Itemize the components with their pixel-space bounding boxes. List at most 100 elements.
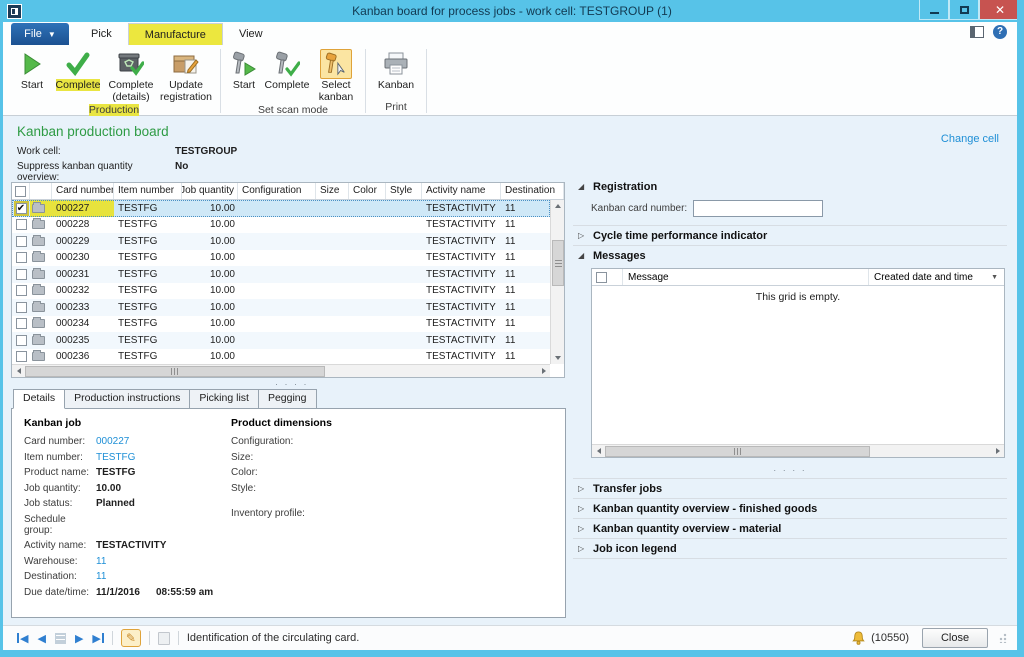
toggle-pane-icon[interactable] bbox=[970, 26, 984, 38]
grid-splitter-handle[interactable]: · · · · bbox=[275, 379, 309, 389]
tab-pegging[interactable]: Pegging bbox=[259, 389, 317, 409]
change-cell-link[interactable]: Change cell bbox=[941, 133, 999, 145]
minimize-button[interactable] bbox=[919, 0, 949, 20]
production-complete-button[interactable]: Complete bbox=[51, 47, 105, 91]
transfer-jobs-section-header[interactable]: ▷ Transfer jobs bbox=[573, 479, 1007, 498]
first-record-icon[interactable]: ◀ bbox=[17, 632, 28, 645]
kanban-row-000230[interactable]: 000230TESTFG10.00TESTACTIVITY11 bbox=[12, 250, 550, 267]
help-icon[interactable]: ? bbox=[993, 25, 1007, 39]
kanban-row-000235[interactable]: 000235TESTFG10.00TESTACTIVITY11 bbox=[12, 332, 550, 349]
col-card-number[interactable]: Card number bbox=[52, 183, 114, 199]
card-number-link[interactable]: 000227 bbox=[96, 436, 129, 447]
scroll-left-icon[interactable] bbox=[592, 445, 605, 457]
close-button[interactable]: Close bbox=[922, 628, 988, 648]
tab-pick[interactable]: Pick bbox=[75, 23, 128, 45]
scroll-down-icon[interactable] bbox=[551, 352, 564, 364]
messages-select-all-checkbox[interactable] bbox=[596, 272, 607, 283]
warehouse-link[interactable]: 11 bbox=[96, 556, 106, 567]
row-checkbox[interactable] bbox=[16, 219, 27, 230]
grid-horizontal-scrollbar[interactable] bbox=[12, 364, 550, 377]
messages-horizontal-scrollbar[interactable] bbox=[592, 444, 1004, 457]
row-checkbox[interactable] bbox=[16, 351, 27, 362]
kanban-row-000229[interactable]: 000229TESTFG10.00TESTACTIVITY11 bbox=[12, 233, 550, 250]
col-color[interactable]: Color bbox=[349, 183, 386, 199]
expand-icon: ▷ bbox=[578, 544, 586, 553]
grid-vertical-scrollbar[interactable] bbox=[550, 200, 564, 364]
vertical-scroll-thumb[interactable] bbox=[552, 240, 564, 286]
row-checkbox[interactable] bbox=[16, 252, 27, 263]
cell-size bbox=[316, 283, 349, 300]
messages-scroll-thumb[interactable] bbox=[605, 446, 870, 457]
item-number-link[interactable]: TESTFG bbox=[96, 452, 135, 463]
next-record-icon[interactable]: ▶ bbox=[75, 632, 83, 645]
sort-arrow-icon[interactable]: ▼ bbox=[991, 274, 998, 281]
kanban-row-000231[interactable]: 000231TESTFG10.00TESTACTIVITY11 bbox=[12, 266, 550, 283]
close-window-button[interactable]: ✕ bbox=[979, 0, 1021, 20]
resize-grip[interactable] bbox=[997, 633, 1007, 643]
row-checkbox[interactable] bbox=[16, 236, 27, 247]
kanban-card-number-input[interactable] bbox=[693, 200, 823, 217]
kanban-row-000236[interactable]: 000236TESTFG10.00TESTACTIVITY11 bbox=[12, 349, 550, 365]
maximize-button[interactable] bbox=[949, 0, 979, 20]
messages-splitter-handle[interactable]: · · · · bbox=[773, 465, 807, 475]
cell-color bbox=[349, 316, 386, 333]
kanban-jobs-grid: Card number Item number Job quantity Con… bbox=[11, 182, 565, 378]
scroll-right-icon[interactable] bbox=[537, 365, 550, 377]
tab-manufacture[interactable]: Manufacture bbox=[128, 23, 223, 45]
col-configuration[interactable]: Configuration bbox=[238, 183, 316, 199]
tab-details[interactable]: Details bbox=[13, 389, 65, 409]
cell-style bbox=[386, 299, 422, 316]
select-all-checkbox[interactable] bbox=[15, 186, 26, 197]
kanban-row-000227[interactable]: ✔000227TESTFG10.00TESTACTIVITY11 bbox=[12, 200, 550, 217]
col-job-quantity[interactable]: Job quantity bbox=[182, 183, 238, 199]
edit-record-icon[interactable]: ✎ bbox=[121, 629, 141, 647]
kanban-row-000233[interactable]: 000233TESTFG10.00TESTACTIVITY11 bbox=[12, 299, 550, 316]
scroll-right-icon[interactable] bbox=[991, 445, 1004, 457]
kanban-row-000232[interactable]: 000232TESTFG10.00TESTACTIVITY11 bbox=[12, 283, 550, 300]
row-checkbox[interactable] bbox=[16, 318, 27, 329]
file-menu-button[interactable]: File ▼ bbox=[11, 23, 69, 45]
tab-picking-list[interactable]: Picking list bbox=[190, 389, 259, 409]
cell-style bbox=[386, 283, 422, 300]
col-message[interactable]: Message bbox=[622, 269, 868, 285]
tab-view[interactable]: View bbox=[223, 23, 279, 45]
col-created-date[interactable]: Created date and time ▼ bbox=[868, 269, 1004, 285]
scan-start-button[interactable]: Start bbox=[226, 47, 262, 91]
tab-production-instructions[interactable]: Production instructions bbox=[65, 389, 190, 409]
qty-overview-material-section-header[interactable]: ▷ Kanban quantity overview - material bbox=[573, 519, 1007, 538]
row-checkbox[interactable] bbox=[16, 302, 27, 313]
kanban-row-000234[interactable]: 000234TESTFG10.00TESTACTIVITY11 bbox=[12, 316, 550, 333]
row-checkbox[interactable] bbox=[16, 285, 27, 296]
scan-complete-button[interactable]: Complete bbox=[262, 47, 312, 91]
row-checkbox[interactable] bbox=[16, 335, 27, 346]
print-kanban-button[interactable]: Kanban bbox=[371, 47, 421, 91]
col-activity-name[interactable]: Activity name bbox=[422, 183, 501, 199]
row-checkbox[interactable] bbox=[16, 269, 27, 280]
horizontal-scroll-thumb[interactable] bbox=[25, 366, 325, 377]
select-kanban-button[interactable]: Select kanban bbox=[312, 47, 360, 103]
col-style[interactable]: Style bbox=[386, 183, 422, 199]
job-icon-legend-section-header[interactable]: ▷ Job icon legend bbox=[573, 539, 1007, 558]
qty-overview-finished-goods-section-header[interactable]: ▷ Kanban quantity overview - finished go… bbox=[573, 499, 1007, 518]
alert-bell-icon[interactable] bbox=[851, 631, 866, 646]
production-complete-details-button[interactable]: Complete (details) bbox=[105, 47, 157, 103]
production-start-button[interactable]: Start bbox=[13, 47, 51, 91]
kanban-card-icon bbox=[32, 253, 45, 262]
scroll-left-icon[interactable] bbox=[12, 365, 25, 377]
kanban-card-icon bbox=[32, 303, 45, 312]
kanban-row-000228[interactable]: 000228TESTFG10.00TESTACTIVITY11 bbox=[12, 217, 550, 234]
col-size[interactable]: Size bbox=[316, 183, 349, 199]
kanban-card-icon bbox=[32, 319, 45, 328]
scroll-up-icon[interactable] bbox=[551, 200, 564, 212]
grid-view-icon[interactable] bbox=[55, 633, 66, 644]
destination-link[interactable]: 11 bbox=[96, 571, 106, 582]
registration-section-header[interactable]: ◢ Registration bbox=[573, 177, 1007, 196]
messages-section-header[interactable]: ◢ Messages bbox=[573, 246, 1007, 265]
col-destination[interactable]: Destination bbox=[501, 183, 564, 199]
previous-record-icon[interactable]: ◀ bbox=[37, 632, 45, 645]
cycle-time-section-header[interactable]: ▷ Cycle time performance indicator bbox=[573, 226, 1007, 245]
row-checkbox[interactable]: ✔ bbox=[16, 203, 27, 214]
update-registration-button[interactable]: Update registration bbox=[157, 47, 215, 103]
last-record-icon[interactable]: ▶ bbox=[92, 632, 103, 645]
col-item-number[interactable]: Item number bbox=[114, 183, 182, 199]
